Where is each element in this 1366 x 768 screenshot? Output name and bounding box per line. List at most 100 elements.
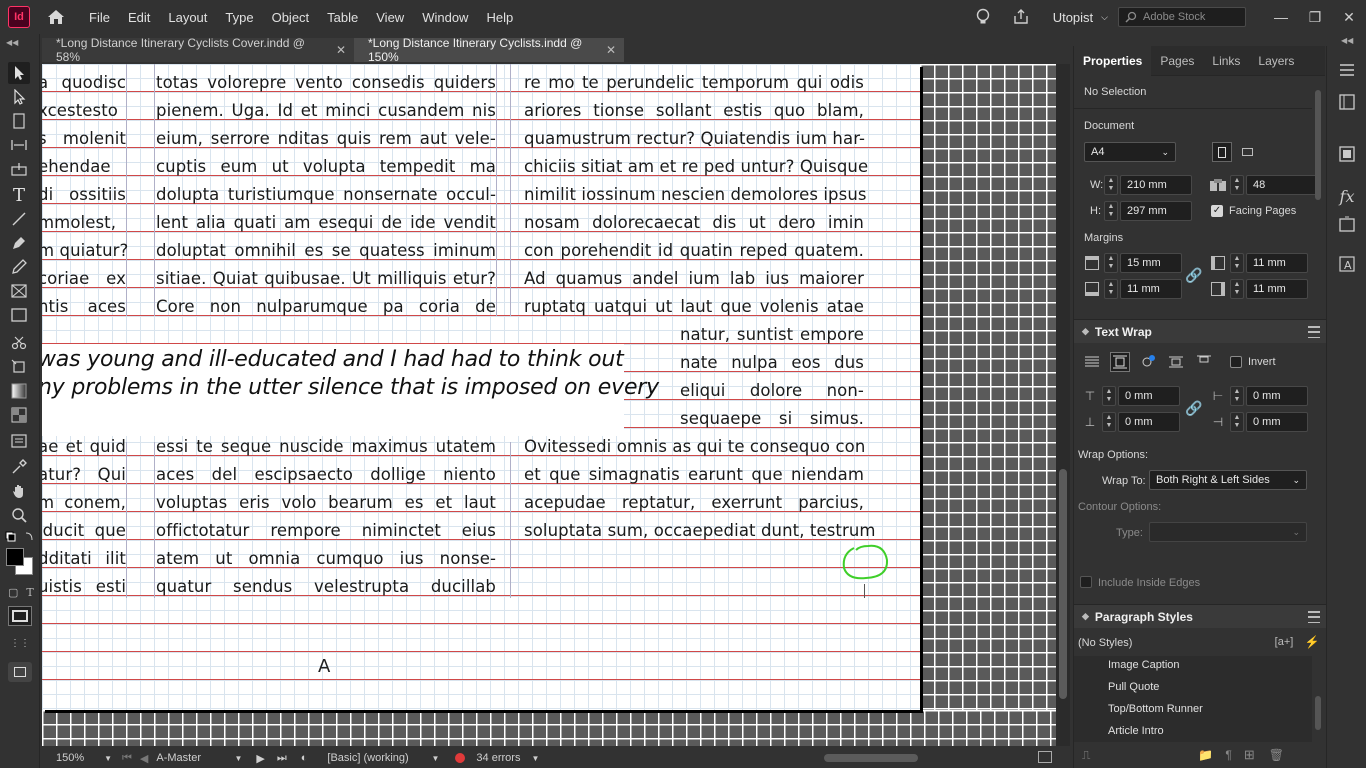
adobe-stock-search[interactable]: Adobe Stock xyxy=(1118,7,1246,27)
document-canvas[interactable]: a quodisc xcestesto s molenit ehendae di oss… xyxy=(42,64,1056,746)
menu-view[interactable]: View xyxy=(367,10,413,25)
menu-help[interactable]: Help xyxy=(477,10,522,25)
expand-panels-icon[interactable]: ◀◀ xyxy=(1341,36,1353,45)
minimize-button[interactable]: — xyxy=(1264,7,1298,27)
document-page[interactable]: a quodisc xcestesto s molenit ehendae di oss… xyxy=(42,64,920,710)
scroll-thumb[interactable] xyxy=(824,754,918,762)
free-transform-tool-icon[interactable] xyxy=(8,356,30,378)
portrait-orientation-icon[interactable] xyxy=(1212,142,1232,162)
tab-main-document[interactable]: *Long Distance Itinerary Cyclists.indd @… xyxy=(354,36,624,64)
menu-edit[interactable]: Edit xyxy=(119,10,159,25)
paragraph-styles-panel-header[interactable]: ◆ Paragraph Styles xyxy=(1074,604,1326,628)
collapse-icon[interactable]: ◆ xyxy=(1082,326,1089,337)
top-offset-field[interactable]: 0 mm xyxy=(1118,386,1180,406)
top-offset-stepper[interactable]: ▲ ▼ xyxy=(1102,386,1116,406)
tab-pages[interactable]: Pages xyxy=(1151,46,1203,76)
wrap-to-dropdown[interactable]: Both Right & Left Sides ⌄ xyxy=(1149,470,1307,490)
margin-top-field[interactable]: 15 mm xyxy=(1120,253,1182,273)
horizontal-scrollbar[interactable] xyxy=(562,753,1022,763)
menu-type[interactable]: Type xyxy=(216,10,262,25)
hand-tool-icon[interactable] xyxy=(8,480,30,502)
eyedropper-tool-icon[interactable] xyxy=(8,456,30,478)
menu-table[interactable]: Table xyxy=(318,10,367,25)
rectangle-frame-tool-icon[interactable] xyxy=(8,280,30,302)
panel-menu-icon[interactable] xyxy=(1337,60,1357,80)
pen-tool-icon[interactable] xyxy=(8,232,30,254)
preflight-errors[interactable]: 34 errors ▼ xyxy=(455,752,539,764)
clear-override-pilcrow-icon[interactable]: ¶ xyxy=(1225,748,1231,762)
direct-selection-tool-icon[interactable] xyxy=(8,86,30,108)
pages-field[interactable]: 48 xyxy=(1246,175,1318,195)
link-offsets-icon[interactable]: 🔗 xyxy=(1184,398,1204,418)
page-selector[interactable]: A-Master ▼ xyxy=(156,752,242,764)
left-offset-stepper[interactable]: ▲ ▼ xyxy=(1230,386,1244,406)
new-style-icon[interactable]: ⊞ xyxy=(1244,747,1255,763)
margin-outside-stepper[interactable]: ▲ ▼ xyxy=(1230,279,1244,299)
link-margins-icon[interactable]: 🔗 xyxy=(1184,265,1204,285)
include-inside-edges-checkbox[interactable] xyxy=(1080,576,1092,588)
height-field[interactable]: 297 mm xyxy=(1120,201,1192,221)
invert-checkbox[interactable] xyxy=(1230,356,1242,368)
home-icon[interactable] xyxy=(44,5,68,29)
screen-mode-icon[interactable] xyxy=(8,662,32,682)
quick-apply-icon[interactable]: ⚡ xyxy=(1302,632,1322,652)
share-icon[interactable] xyxy=(1007,3,1035,31)
panel-collapse-icon[interactable]: ◀◀ xyxy=(6,38,22,47)
text-wrap-panel-header[interactable]: ◆ Text Wrap xyxy=(1074,319,1326,343)
left-offset-field[interactable]: 0 mm xyxy=(1246,386,1308,406)
style-article-intro[interactable]: Article Intro xyxy=(1108,725,1164,737)
zoom-tool-icon[interactable] xyxy=(8,504,30,526)
pencil-tool-icon[interactable] xyxy=(8,256,30,278)
close-icon[interactable]: ✕ xyxy=(336,43,346,57)
tab-layers[interactable]: Layers xyxy=(1249,46,1303,76)
articles-icon[interactable] xyxy=(1337,144,1357,164)
cc-libraries-icon[interactable] xyxy=(1337,92,1357,112)
bottom-offset-field[interactable]: 0 mm xyxy=(1118,412,1180,432)
previous-page-icon[interactable]: ◀ xyxy=(140,752,148,765)
width-field[interactable]: 210 mm xyxy=(1120,175,1192,195)
contour-type-dropdown[interactable]: ⌄ xyxy=(1149,522,1307,542)
wrap-around-object-shape-icon[interactable] xyxy=(1138,352,1158,372)
vertical-scrollbar[interactable] xyxy=(1056,64,1070,746)
clear-overrides-icon[interactable]: ⎍ xyxy=(1082,748,1090,763)
preflight-toggle-icon[interactable]: ◐ xyxy=(301,752,308,764)
right-offset-stepper[interactable]: ▲ ▼ xyxy=(1230,412,1244,432)
menu-window[interactable]: Window xyxy=(413,10,477,25)
note-tool-icon[interactable] xyxy=(8,430,30,452)
function-icon[interactable]: fx xyxy=(1337,186,1357,206)
panel-menu-icon[interactable] xyxy=(1308,326,1320,338)
default-fill-stroke-icon[interactable] xyxy=(4,530,36,544)
content-collector-tool-icon[interactable] xyxy=(8,158,30,180)
bottom-offset-stepper[interactable]: ▲ ▼ xyxy=(1102,412,1116,432)
close-window-button[interactable]: ✕ xyxy=(1332,7,1366,27)
margin-top-stepper[interactable]: ▲ ▼ xyxy=(1104,253,1118,273)
jump-to-next-column-icon[interactable] xyxy=(1194,352,1214,372)
selection-tool-icon[interactable] xyxy=(8,62,30,84)
page-tool-icon[interactable] xyxy=(8,110,30,132)
style-image-caption[interactable]: Image Caption xyxy=(1108,659,1180,671)
scroll-thumb[interactable] xyxy=(1059,469,1067,699)
menu-layout[interactable]: Layout xyxy=(159,10,216,25)
normal-view-mode-icon[interactable] xyxy=(8,606,32,626)
pages-stepper[interactable]: ▲ ▼ xyxy=(1230,175,1244,195)
document-split-icon[interactable] xyxy=(1038,751,1052,763)
content-icon[interactable] xyxy=(1337,214,1357,234)
no-text-wrap-icon[interactable] xyxy=(1082,352,1102,372)
gap-tool-icon[interactable] xyxy=(8,134,30,156)
lightbulb-icon[interactable] xyxy=(969,3,997,31)
rectangle-tool-icon[interactable] xyxy=(8,304,30,326)
menu-object[interactable]: Object xyxy=(263,10,319,25)
formatting-affects-icon[interactable]: ▢ T xyxy=(8,586,34,600)
page-size-dropdown[interactable]: A4 ⌄ xyxy=(1084,142,1176,162)
right-offset-field[interactable]: 0 mm xyxy=(1246,412,1308,432)
zoom-level-field[interactable]: 150% ▼ xyxy=(42,752,112,764)
margin-bottom-stepper[interactable]: ▲ ▼ xyxy=(1104,279,1118,299)
facing-pages-checkbox[interactable]: ✓ xyxy=(1211,205,1223,217)
style-top-bottom-runner[interactable]: Top/Bottom Runner xyxy=(1108,703,1203,715)
height-stepper[interactable]: ▲ ▼ xyxy=(1104,201,1118,221)
first-page-icon[interactable]: ⏮ xyxy=(122,752,132,765)
new-group-folder-icon[interactable]: 📁 xyxy=(1198,748,1213,762)
menu-file[interactable]: File xyxy=(80,10,119,25)
jump-object-icon[interactable] xyxy=(1166,352,1186,372)
panel-menu-icon[interactable] xyxy=(1308,611,1320,623)
